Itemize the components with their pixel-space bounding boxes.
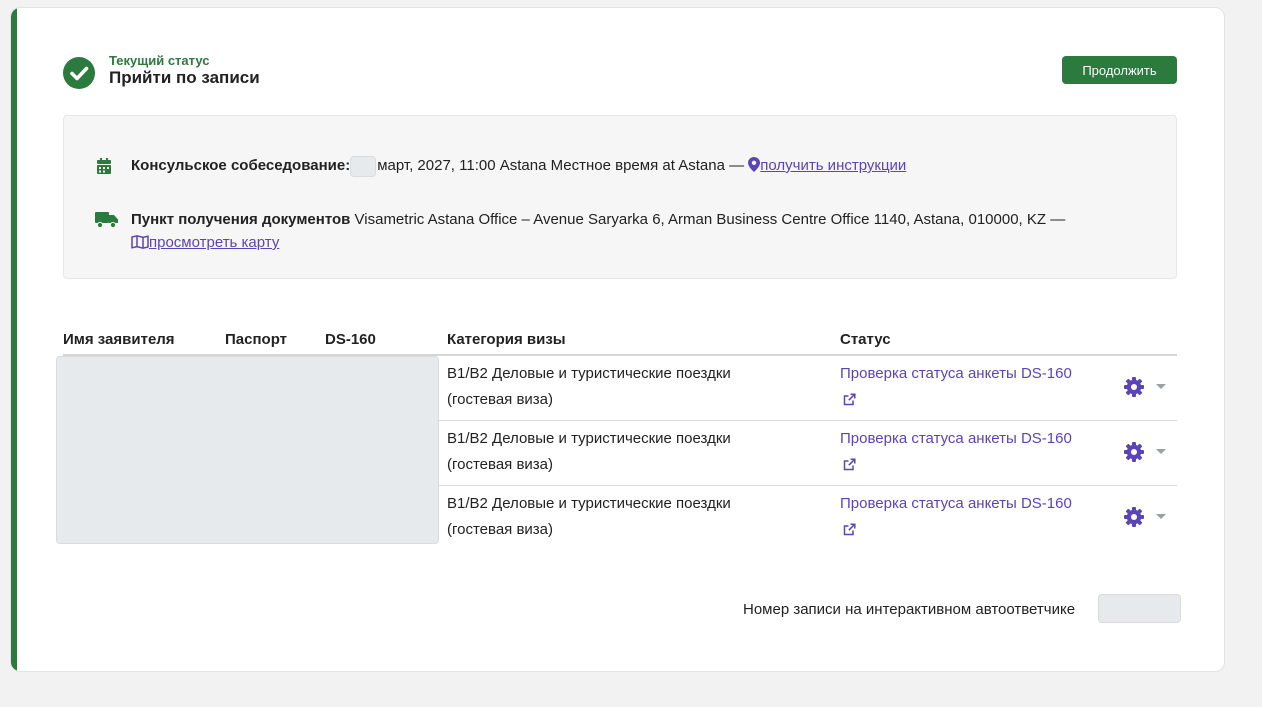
view-map-link-label: просмотреть карту [149, 234, 280, 251]
header-status: Статус [840, 331, 891, 348]
map-icon [131, 234, 149, 251]
continue-button[interactable]: Продолжить [1062, 56, 1177, 84]
caret-down-icon [1156, 384, 1166, 389]
ivr-number-label: Номер записи на интерактивном автоответч… [743, 601, 1076, 618]
row-2-status-link[interactable]: Проверка статуса анкеты DS-160 [840, 426, 1080, 478]
redacted-date [350, 155, 377, 177]
row-3-status-link[interactable]: Проверка статуса анкеты DS-160 [840, 491, 1080, 543]
interview-date-text: март, 2027, 11:00 Astana Местное время a… [377, 157, 745, 174]
truck-icon [95, 211, 119, 233]
check-circle-icon [63, 57, 95, 89]
row-1-category: B1/B2 Деловые и туристические поездки (г… [447, 365, 731, 408]
calendar-icon [95, 157, 113, 179]
appointment-info-box: Консульское собеседование: март, 2027, 11… [63, 115, 1177, 279]
view-map-link[interactable]: просмотреть карту [131, 234, 279, 251]
external-link-icon [840, 521, 856, 538]
card-accent-bar [11, 8, 17, 671]
row-2-status-label: Проверка статуса анкеты DS-160 [840, 430, 1072, 447]
row-1-status-link[interactable]: Проверка статуса анкеты DS-160 [840, 361, 1080, 413]
redacted-ivr-number [1098, 594, 1181, 623]
interview-label: Консульское собеседование: [131, 157, 351, 174]
row-3-status-label: Проверка статуса анкеты DS-160 [840, 495, 1072, 512]
instructions-link[interactable]: получить инструкции [748, 157, 906, 174]
external-link-icon [840, 391, 856, 408]
row-3-category: B1/B2 Деловые и туристические поездки (г… [447, 495, 731, 538]
row-divider [439, 420, 1177, 421]
map-pin-icon [748, 157, 761, 174]
row-2-category: B1/B2 Деловые и туристические поездки (г… [447, 430, 731, 473]
pickup-address: Visametric Astana Office – Avenue Saryar… [354, 211, 1066, 228]
appointment-card: Текущий статус Прийти по записи Продолжи… [10, 7, 1225, 672]
header-applicant: Имя заявителя [63, 331, 175, 348]
external-link-icon [840, 456, 856, 473]
row-1-actions-menu[interactable] [1123, 376, 1171, 398]
header-passport: Паспорт [225, 331, 287, 348]
row-1-status-label: Проверка статуса анкеты DS-160 [840, 365, 1072, 382]
row-3-actions-menu[interactable] [1123, 506, 1171, 528]
row-divider [439, 485, 1177, 486]
instructions-link-label: получить инструкции [760, 157, 907, 174]
pickup-label: Пункт получения документов [131, 211, 351, 228]
header-ds160: DS-160 [325, 331, 376, 348]
header-category: Категория визы [447, 331, 566, 348]
row-2-actions-menu[interactable] [1123, 441, 1171, 463]
redacted-applicant-info [56, 356, 439, 544]
status-label: Текущий статус [109, 53, 210, 68]
status-value: Прийти по записи [109, 68, 260, 87]
caret-down-icon [1156, 514, 1166, 519]
caret-down-icon [1156, 449, 1166, 454]
